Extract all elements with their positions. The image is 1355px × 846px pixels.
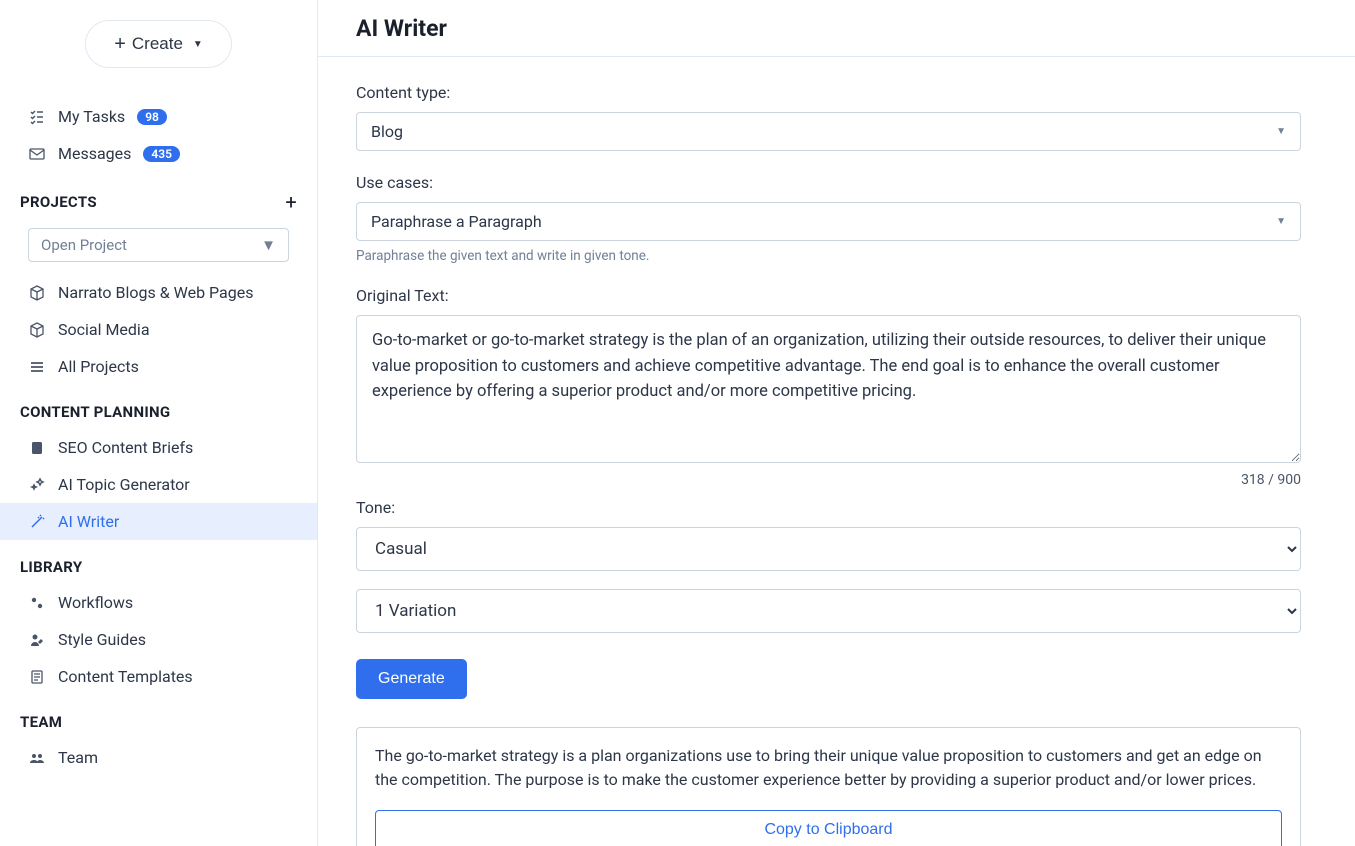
users-icon [28, 750, 46, 766]
page-header: AI Writer [318, 0, 1355, 57]
tone-label: Tone: [356, 498, 1301, 517]
main-content: AI Writer Content type: Blog ▼ Use cases… [318, 0, 1355, 846]
select-placeholder: Open Project [41, 236, 127, 254]
magic-wand-icon [28, 514, 46, 530]
user-edit-icon [28, 632, 46, 648]
plus-icon: + [114, 34, 126, 54]
content-type-select[interactable]: Blog ▼ [356, 112, 1301, 151]
item-label: SEO Content Briefs [58, 438, 193, 457]
section-header-content-planning: CONTENT PLANNING [0, 385, 317, 429]
original-text-input[interactable] [356, 315, 1301, 463]
nav-messages[interactable]: Messages 435 [0, 135, 317, 172]
tone-select[interactable]: Casual [356, 527, 1301, 571]
project-item[interactable]: Social Media [0, 311, 317, 348]
caret-down-icon: ▼ [193, 39, 203, 50]
result-box: The go-to-market strategy is a plan orga… [356, 727, 1301, 846]
section-header-team: TEAM [0, 695, 317, 739]
nav-label: My Tasks [58, 107, 125, 126]
variations-select[interactable]: 1 Variation [356, 589, 1301, 633]
item-label: Social Media [58, 320, 150, 339]
caret-down-icon: ▼ [261, 236, 276, 254]
envelope-icon [28, 146, 46, 162]
template-icon [28, 669, 46, 685]
create-button[interactable]: + Create ▼ [85, 20, 232, 68]
generate-button[interactable]: Generate [356, 659, 467, 699]
project-item[interactable]: Narrato Blogs & Web Pages [0, 274, 317, 311]
document-icon [28, 440, 46, 456]
nav-ai-writer[interactable]: AI Writer [0, 503, 317, 540]
open-project-select[interactable]: Open Project ▼ [28, 228, 289, 262]
nav-content-templates[interactable]: Content Templates [0, 658, 317, 695]
use-cases-label: Use cases: [356, 173, 1301, 192]
original-text-label: Original Text: [356, 286, 1301, 305]
section-title: CONTENT PLANNING [20, 403, 170, 421]
item-label: AI Writer [58, 512, 119, 531]
section-header-projects: PROJECTS + [0, 172, 317, 222]
badge: 98 [137, 109, 167, 125]
sidebar: + Create ▼ My Tasks 98 Messages 435 PROJ… [0, 0, 318, 846]
caret-down-icon: ▼ [1276, 126, 1286, 137]
create-label: Create [132, 34, 183, 54]
badge: 435 [143, 146, 180, 162]
section-header-library: LIBRARY [0, 540, 317, 584]
tasks-icon [28, 109, 46, 125]
content-type-label: Content type: [356, 83, 1301, 102]
page-title: AI Writer [356, 15, 1313, 42]
add-project-button[interactable]: + [285, 190, 297, 214]
caret-down-icon: ▼ [1276, 216, 1286, 227]
nav-ai-topic-generator[interactable]: AI Topic Generator [0, 466, 317, 503]
item-label: Workflows [58, 593, 133, 612]
nav-style-guides[interactable]: Style Guides [0, 621, 317, 658]
char-count: 318 / 900 [356, 472, 1301, 488]
list-icon [28, 359, 46, 375]
result-text: The go-to-market strategy is a plan orga… [375, 744, 1282, 792]
item-label: All Projects [58, 357, 139, 376]
section-title: PROJECTS [20, 193, 97, 211]
use-cases-select[interactable]: Paraphrase a Paragraph ▼ [356, 202, 1301, 241]
nav-my-tasks[interactable]: My Tasks 98 [0, 98, 317, 135]
project-item-all[interactable]: All Projects [0, 348, 317, 385]
gears-icon [28, 595, 46, 611]
sparkle-icon [28, 477, 46, 493]
nav-workflows[interactable]: Workflows [0, 584, 317, 621]
box-icon [28, 322, 46, 338]
nav-team[interactable]: Team [0, 739, 317, 776]
item-label: Team [58, 748, 98, 767]
copy-to-clipboard-button[interactable]: Copy to Clipboard [375, 810, 1282, 846]
item-label: Content Templates [58, 667, 193, 686]
use-cases-help: Paraphrase the given text and write in g… [356, 248, 1301, 264]
item-label: Narrato Blogs & Web Pages [58, 283, 253, 302]
section-title: TEAM [20, 713, 62, 731]
item-label: Style Guides [58, 630, 146, 649]
section-title: LIBRARY [20, 558, 82, 576]
nav-label: Messages [58, 144, 131, 163]
select-value: Paraphrase a Paragraph [371, 212, 542, 231]
item-label: AI Topic Generator [58, 475, 190, 494]
box-icon [28, 285, 46, 301]
nav-seo-briefs[interactable]: SEO Content Briefs [0, 429, 317, 466]
select-value: Blog [371, 122, 403, 141]
